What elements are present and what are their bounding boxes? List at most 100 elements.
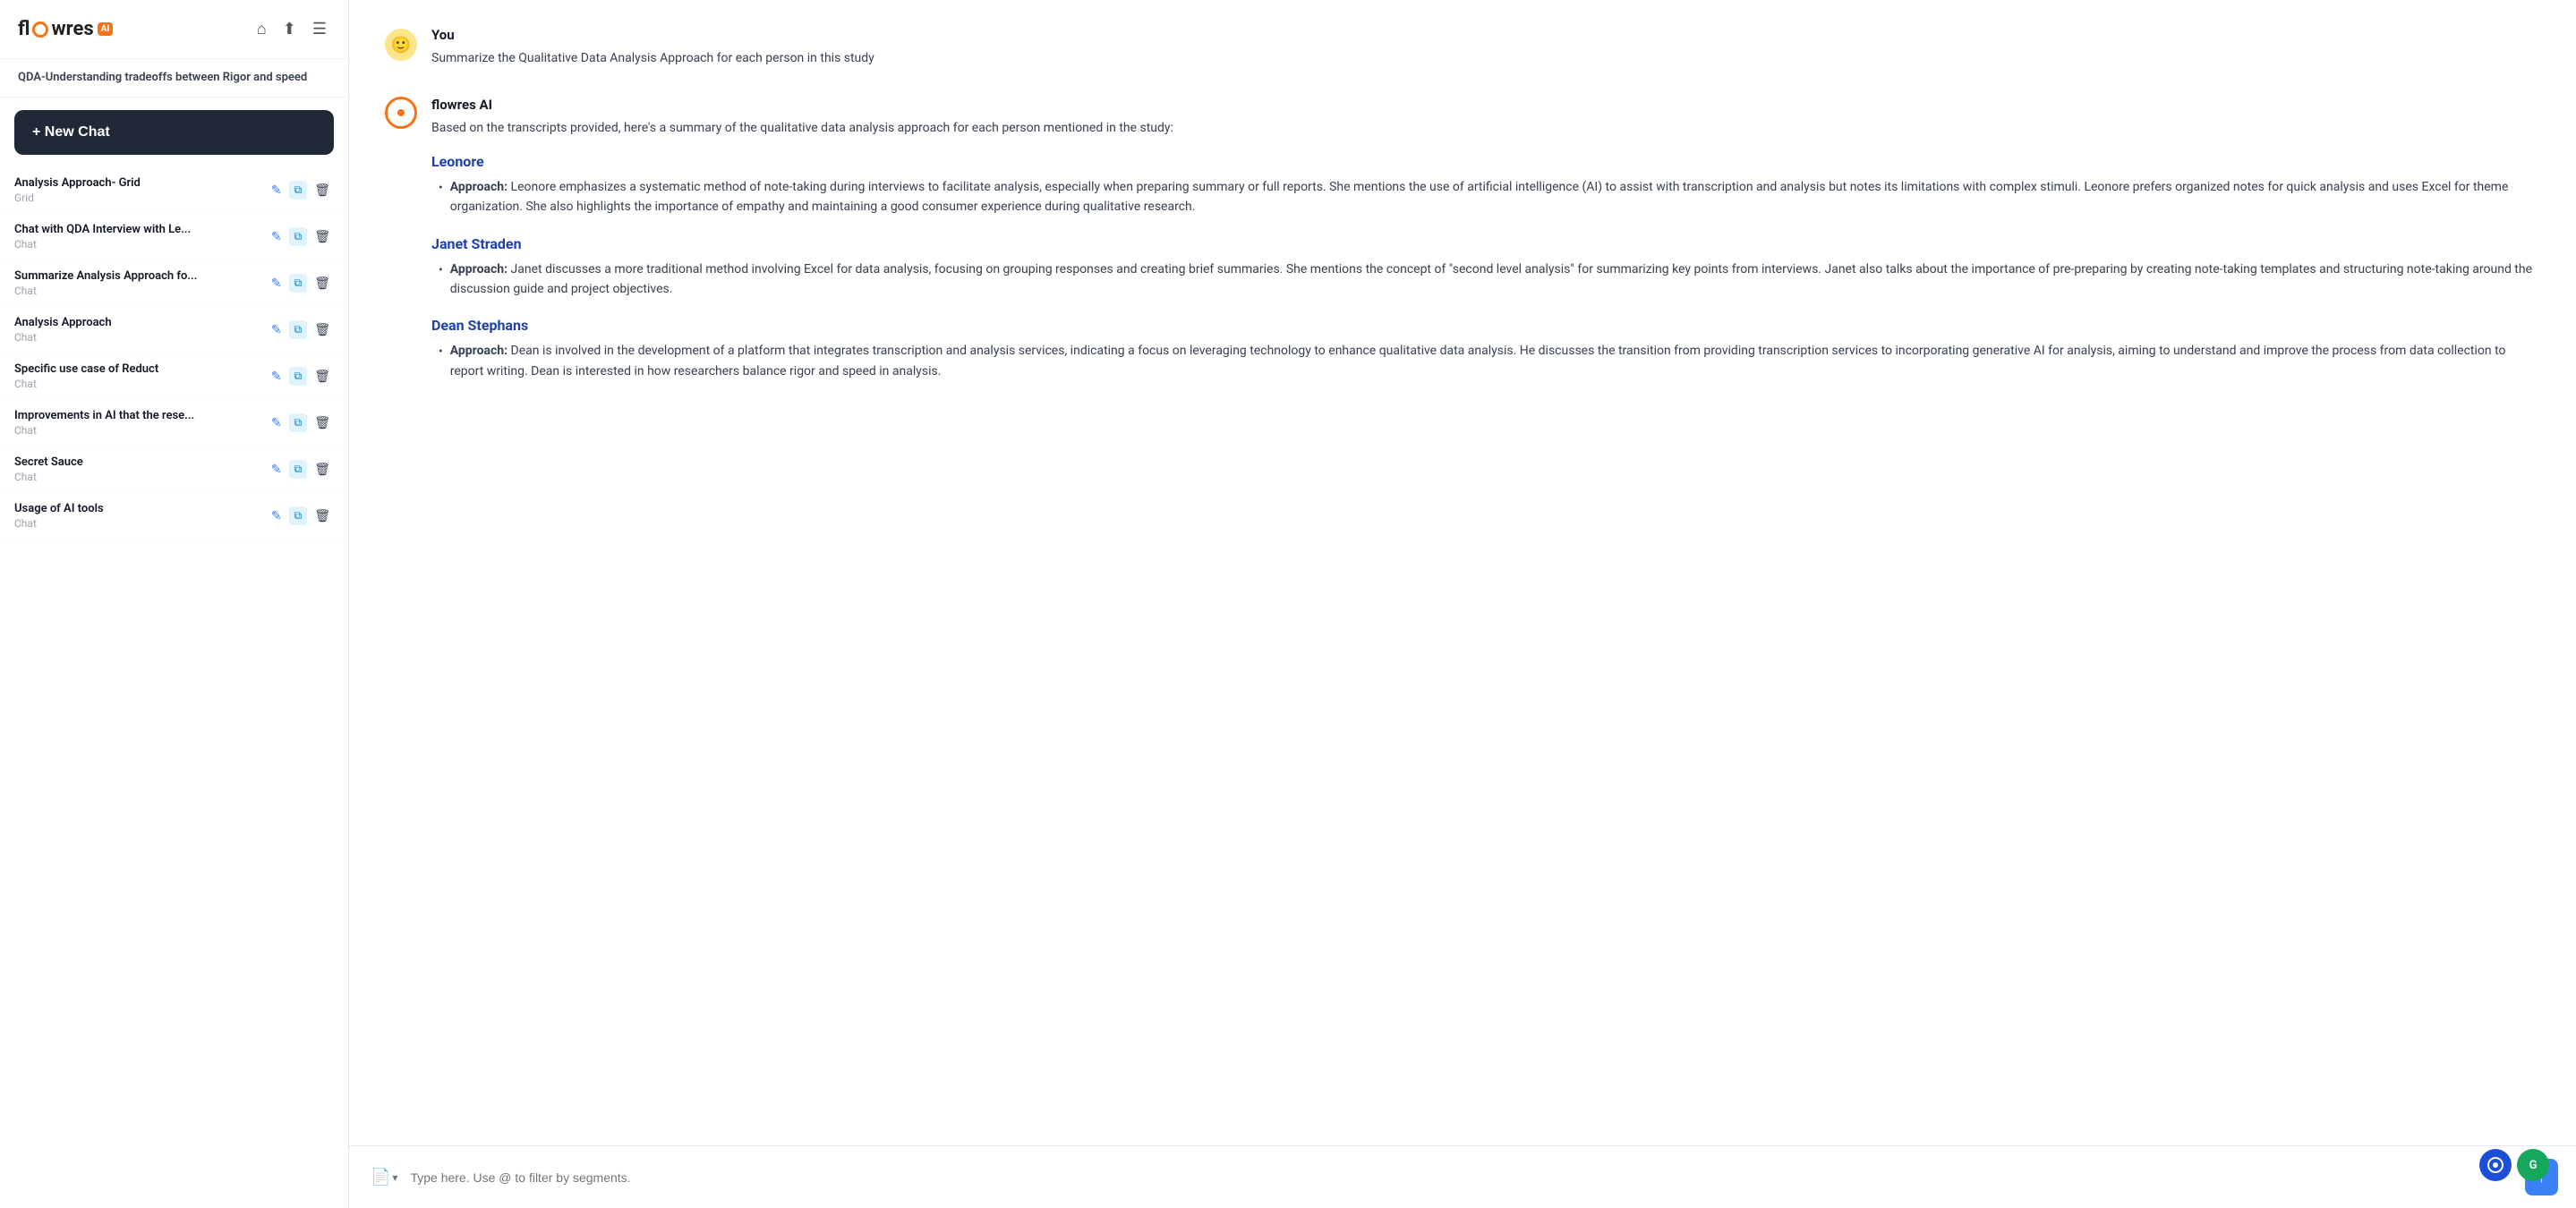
- bullet-dot-janet: •: [439, 260, 443, 300]
- delete-button[interactable]: 🗑: [311, 458, 334, 481]
- ai-sender-name: flowres AI: [431, 97, 2540, 113]
- copy-button[interactable]: ⧉: [289, 320, 308, 339]
- chat-item-info: Usage of AI tools Chat: [14, 502, 260, 530]
- logo-text-fl: fl: [18, 18, 30, 40]
- grammarly-label: G: [2529, 1159, 2538, 1172]
- chat-item-title: Chat with QDA Interview with Le...: [14, 223, 260, 236]
- flowres-badge[interactable]: [2479, 1149, 2512, 1181]
- chat-list-item[interactable]: Usage of AI tools Chat ✎ ⧉ 🗑: [0, 493, 348, 540]
- chat-item-subtitle: Chat: [14, 378, 260, 390]
- sidebar-header: flwres AI ⌂ ⬆ ☰: [0, 0, 348, 59]
- copy-button[interactable]: ⧉: [289, 227, 308, 246]
- copy-button[interactable]: ⧉: [289, 181, 308, 200]
- edit-button[interactable]: ✎: [268, 179, 286, 201]
- copy-button[interactable]: ⧉: [289, 274, 308, 293]
- edit-button[interactable]: ✎: [268, 458, 286, 481]
- copy-button[interactable]: ⧉: [289, 413, 308, 432]
- logo-text-wres: wres: [51, 18, 93, 40]
- user-message-text: Summarize the Qualitative Data Analysis …: [431, 48, 2540, 68]
- logo: flwres AI: [18, 18, 113, 40]
- ai-avatar-inner: [397, 109, 405, 116]
- chat-item-title: Secret Sauce: [14, 455, 260, 469]
- sidebar: flwres AI ⌂ ⬆ ☰ QDA-Understanding tradeo…: [0, 0, 349, 1208]
- delete-button[interactable]: 🗑: [311, 365, 334, 387]
- grammarly-badge[interactable]: G: [2517, 1149, 2549, 1181]
- chat-input-area: 📄 ▾ ↑: [349, 1145, 2576, 1208]
- edit-button[interactable]: ✎: [268, 412, 286, 434]
- delete-button[interactable]: 🗑: [311, 272, 334, 294]
- chat-item-subtitle: Grid: [14, 191, 260, 204]
- leonore-approach-text: Approach: Leonore emphasizes a systemati…: [450, 177, 2540, 217]
- header-icons: ⌂ ⬆ ☰: [253, 16, 330, 42]
- new-chat-button[interactable]: + New Chat: [14, 110, 334, 155]
- chat-item-info: Specific use case of Reduct Chat: [14, 362, 260, 390]
- chat-item-title: Summarize Analysis Approach fo...: [14, 269, 260, 283]
- dean-name: Dean Stephans: [431, 317, 2540, 334]
- menu-button[interactable]: ☰: [309, 16, 330, 42]
- upload-button[interactable]: ⬆: [279, 16, 300, 42]
- delete-button[interactable]: 🗑: [311, 179, 334, 201]
- doc-icon: 📄: [371, 1168, 390, 1187]
- edit-button[interactable]: ✎: [268, 319, 286, 341]
- chat-item-title: Usage of AI tools: [14, 502, 260, 515]
- new-chat-label: + New Chat: [32, 124, 110, 140]
- leonore-name: Leonore: [431, 153, 2540, 170]
- chat-item-actions: ✎ ⧉ 🗑: [268, 412, 334, 434]
- logo-badge: AI: [98, 22, 114, 36]
- chat-item-subtitle: Chat: [14, 424, 260, 437]
- ai-message-content: flowres AI Based on the transcripts prov…: [431, 97, 2540, 399]
- person-leonore-section: Leonore • Approach: Leonore emphasizes a…: [431, 153, 2540, 217]
- floating-badges: G: [2479, 1149, 2549, 1181]
- ai-message: flowres AI Based on the transcripts prov…: [385, 97, 2540, 399]
- user-sender-name: You: [431, 27, 2540, 43]
- chat-item-actions: ✎ ⧉ 🗑: [268, 272, 334, 294]
- main-panel: 🙂 You Summarize the Qualitative Data Ana…: [349, 0, 2576, 1208]
- chat-item-subtitle: Chat: [14, 471, 260, 483]
- bullet-dot-dean: •: [439, 342, 443, 381]
- copy-button[interactable]: ⧉: [289, 506, 308, 525]
- edit-button[interactable]: ✎: [268, 225, 286, 248]
- chat-list-item[interactable]: Analysis Approach- Grid Grid ✎ ⧉ 🗑: [0, 167, 348, 214]
- user-avatar: 🙂: [385, 29, 417, 61]
- janet-bullet: • Approach: Janet discusses a more tradi…: [431, 259, 2540, 300]
- edit-button[interactable]: ✎: [268, 272, 286, 294]
- chat-item-actions: ✎ ⧉ 🗑: [268, 319, 334, 341]
- ai-avatar: [385, 97, 417, 129]
- chat-item-title: Specific use case of Reduct: [14, 362, 260, 376]
- chat-list-item[interactable]: Secret Sauce Chat ✎ ⧉ 🗑: [0, 447, 348, 493]
- chat-item-subtitle: Chat: [14, 517, 260, 530]
- edit-button[interactable]: ✎: [268, 365, 286, 387]
- chat-item-actions: ✎ ⧉ 🗑: [268, 458, 334, 481]
- edit-button[interactable]: ✎: [268, 505, 286, 527]
- chat-item-title: Analysis Approach: [14, 316, 260, 329]
- copy-button[interactable]: ⧉: [289, 367, 308, 386]
- chat-item-subtitle: Chat: [14, 285, 260, 297]
- chat-item-info: Analysis Approach- Grid Grid: [14, 176, 260, 204]
- dean-approach-text: Approach: Dean is involved in the develo…: [450, 341, 2540, 381]
- delete-button[interactable]: 🗑: [311, 412, 334, 434]
- dean-approach-body: Dean is involved in the development of a…: [450, 344, 2506, 378]
- chat-list-item[interactable]: Analysis Approach Chat ✎ ⧉ 🗑: [0, 307, 348, 353]
- delete-button[interactable]: 🗑: [311, 319, 334, 341]
- copy-button[interactable]: ⧉: [289, 460, 308, 479]
- janet-approach-text: Approach: Janet discusses a more traditi…: [450, 259, 2540, 300]
- approach-label-leonore: Approach:: [450, 180, 511, 194]
- chat-item-actions: ✎ ⧉ 🗑: [268, 225, 334, 248]
- delete-button[interactable]: 🗑: [311, 225, 334, 248]
- chat-list-item[interactable]: Specific use case of Reduct Chat ✎ ⧉ 🗑: [0, 353, 348, 400]
- project-title: QDA-Understanding tradeoffs between Rigo…: [0, 59, 348, 98]
- flowres-badge-icon: [2487, 1157, 2503, 1173]
- person-dean-section: Dean Stephans • Approach: Dean is involv…: [431, 317, 2540, 381]
- doc-icon-button[interactable]: 📄 ▾: [367, 1164, 401, 1190]
- chat-input[interactable]: [410, 1170, 2516, 1185]
- chat-list-item[interactable]: Summarize Analysis Approach fo... Chat ✎…: [0, 260, 348, 307]
- chat-list-item[interactable]: Chat with QDA Interview with Le... Chat …: [0, 214, 348, 260]
- home-button[interactable]: ⌂: [253, 16, 270, 42]
- delete-button[interactable]: 🗑: [311, 505, 334, 527]
- chat-list-item[interactable]: Improvements in AI that the rese... Chat…: [0, 400, 348, 447]
- chat-item-info: Secret Sauce Chat: [14, 455, 260, 483]
- dean-bullet: • Approach: Dean is involved in the deve…: [431, 341, 2540, 381]
- chat-item-info: Improvements in AI that the rese... Chat: [14, 409, 260, 437]
- ai-response-intro: Based on the transcripts provided, here'…: [431, 118, 2540, 138]
- chat-item-info: Summarize Analysis Approach fo... Chat: [14, 269, 260, 297]
